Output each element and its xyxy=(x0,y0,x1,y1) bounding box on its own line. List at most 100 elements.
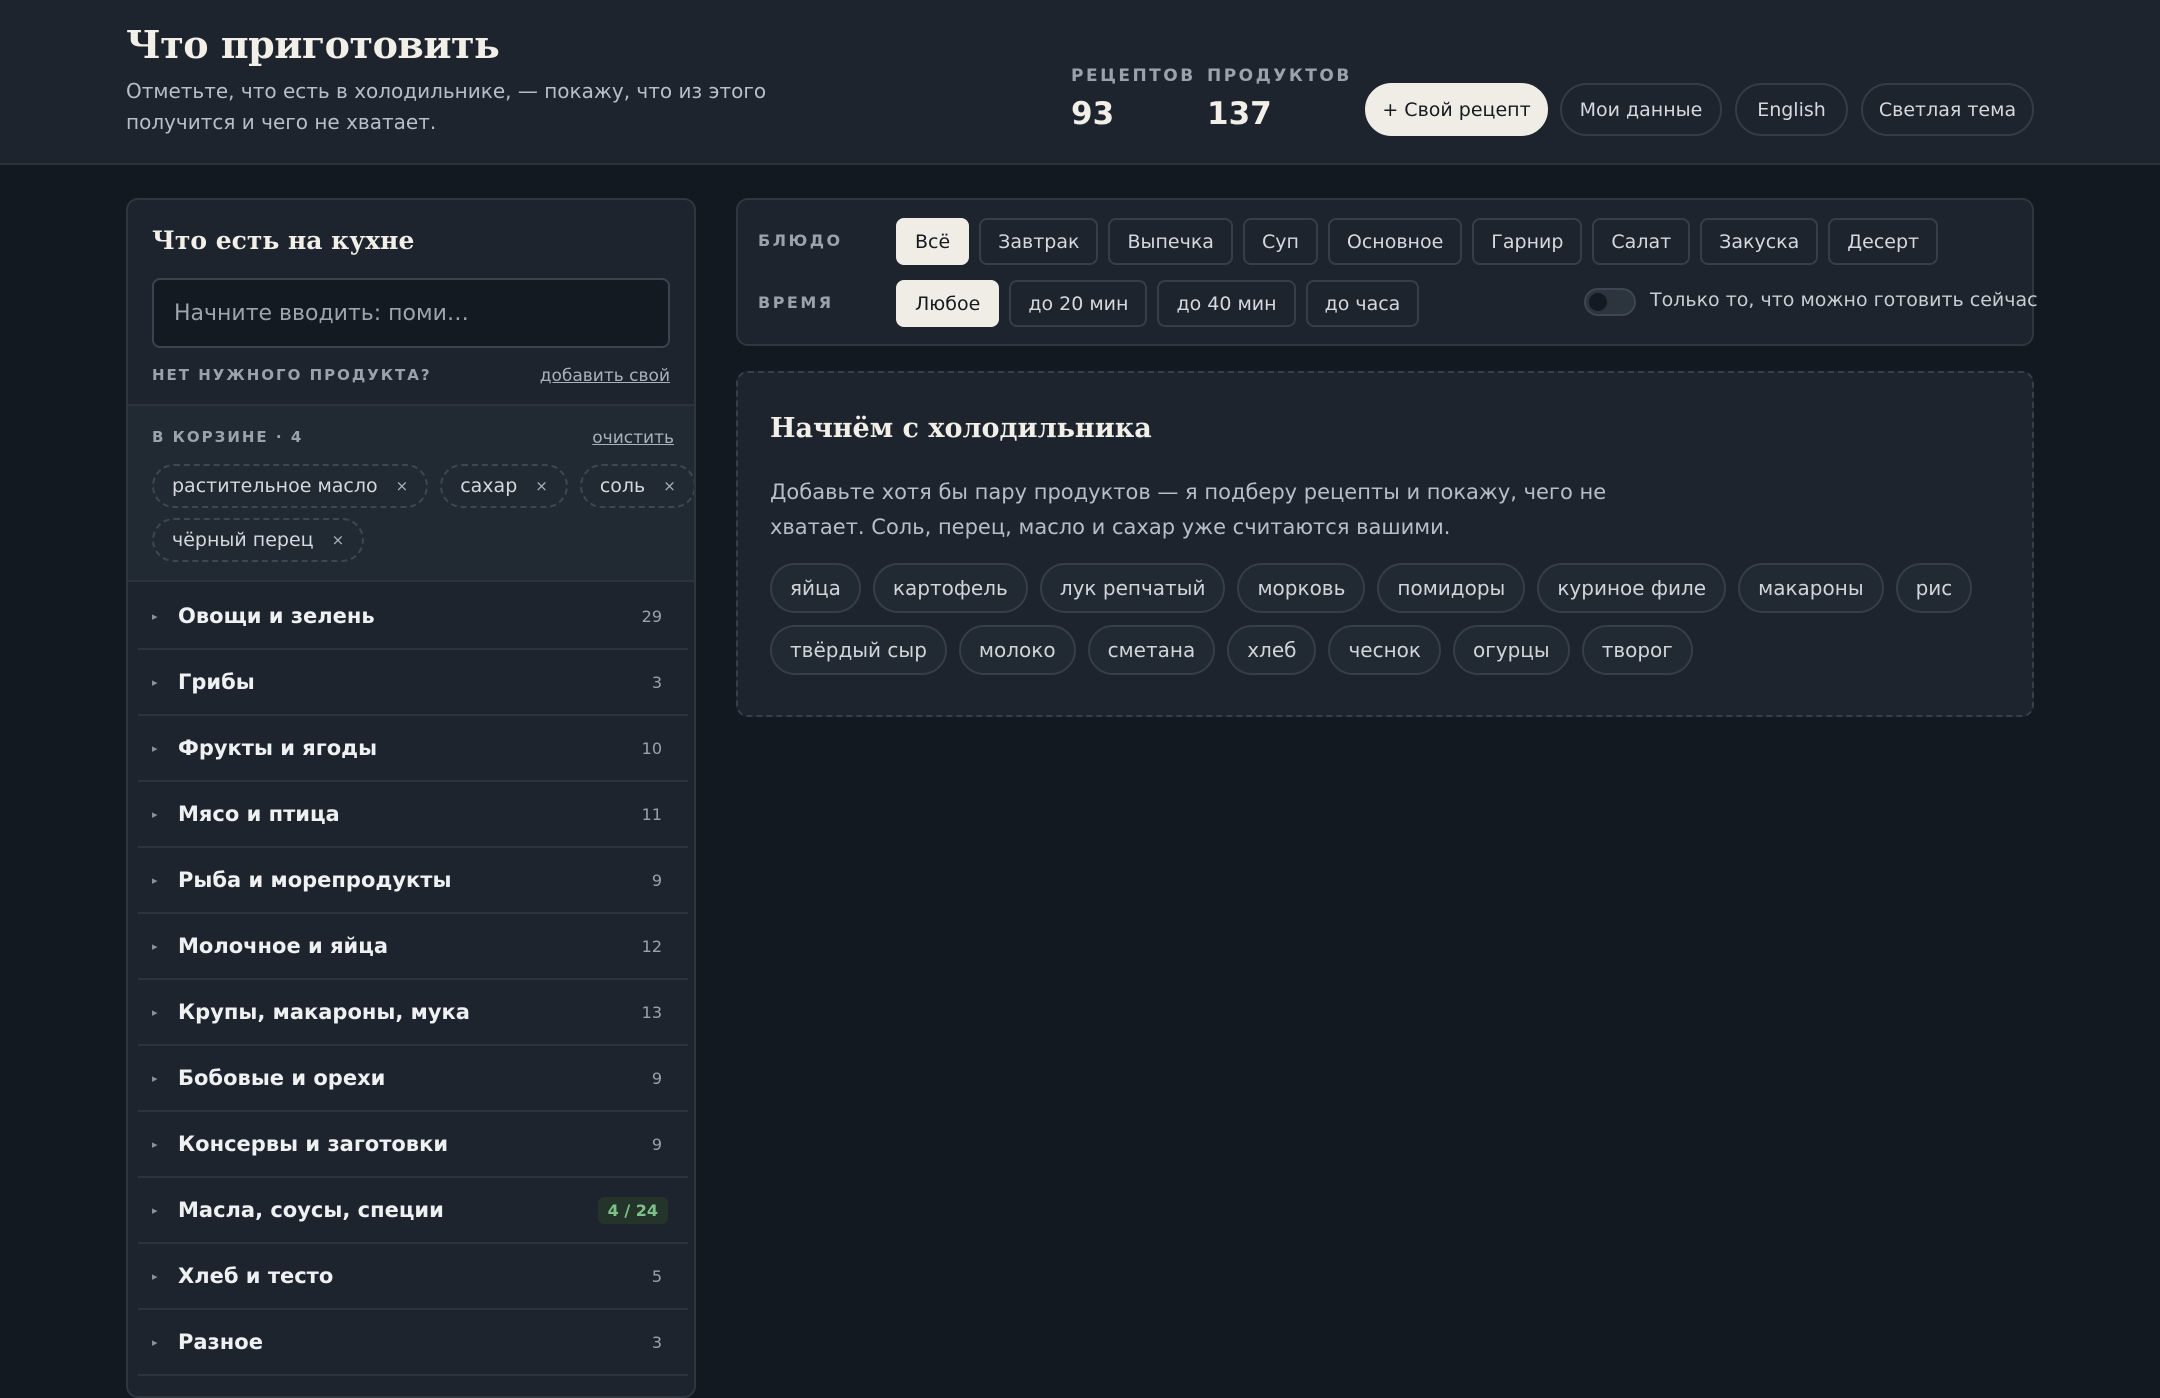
chevron-right-icon: ▸ xyxy=(152,609,158,623)
theme-toggle-button[interactable]: Светлая тема xyxy=(1861,83,2034,136)
dish-pill-main[interactable]: Основное xyxy=(1327,218,1463,265)
dish-pill-dessert[interactable]: Десерт xyxy=(1828,218,1939,265)
my-data-button[interactable]: Мои данные xyxy=(1560,83,1722,136)
suggestion-chip[interactable]: твёрдый сыр xyxy=(770,625,947,675)
category-item[interactable]: ▸ Масла, соусы, специи 4 / 24 xyxy=(138,1178,688,1244)
category-count: 9 xyxy=(651,1134,662,1154)
basket-chip[interactable]: растительное масло × xyxy=(152,464,429,508)
basket-section: В КОРЗИНЕ · 4 очистить растительное масл… xyxy=(128,406,694,580)
category-count: 11 xyxy=(641,804,662,824)
basket-chips-row: чёрный перец × xyxy=(152,518,365,562)
suggestion-chip[interactable]: огурцы xyxy=(1453,625,1570,675)
dish-pill-baking[interactable]: Выпечка xyxy=(1108,218,1233,265)
chevron-right-icon: ▸ xyxy=(152,807,158,821)
time-pill-hour[interactable]: до часа xyxy=(1305,280,1420,327)
product-search-input[interactable] xyxy=(152,278,670,348)
suggestion-chip[interactable]: куриное филе xyxy=(1537,563,1727,613)
chevron-right-icon: ▸ xyxy=(152,1071,158,1085)
suggestion-chip[interactable]: яйца xyxy=(770,563,861,613)
chevron-right-icon: ▸ xyxy=(152,741,158,755)
category-count: 3 xyxy=(651,1332,662,1352)
add-own-product-link[interactable]: добавить свой xyxy=(540,366,670,386)
category-item[interactable]: ▸ Овощи и зелень 29 xyxy=(138,584,688,650)
category-name: Мясо и птица xyxy=(178,802,340,826)
category-name: Фрукты и ягоды xyxy=(178,736,378,760)
category-name: Овощи и зелень xyxy=(178,604,375,628)
basket-chip[interactable]: соль × xyxy=(579,464,694,508)
only-now-toggle[interactable] xyxy=(1584,288,1636,316)
suggestion-chips: яйца картофель лук репчатый морковь поми… xyxy=(770,563,2010,675)
remove-icon[interactable]: × xyxy=(663,477,676,495)
suggestion-chip[interactable]: морковь xyxy=(1237,563,1366,613)
chevron-right-icon: ▸ xyxy=(152,1005,158,1019)
category-name: Молочное и яйца xyxy=(178,934,388,958)
suggestion-chip[interactable]: макароны xyxy=(1738,563,1884,613)
category-name: Рыба и морепродукты xyxy=(178,868,452,892)
language-button[interactable]: English xyxy=(1735,83,1848,136)
category-count: 12 xyxy=(641,936,662,956)
chevron-right-icon: ▸ xyxy=(152,675,158,689)
remove-icon[interactable]: × xyxy=(396,477,409,495)
category-item[interactable]: ▸ Рыба и морепродукты 9 xyxy=(138,848,688,914)
dish-filter-pills: Всё Завтрак Выпечка Суп Основное Гарнир … xyxy=(896,218,1939,265)
suggestion-chip[interactable]: сметана xyxy=(1087,625,1216,675)
category-count-selected: 4 / 24 xyxy=(597,1196,668,1224)
category-item[interactable]: ▸ Консервы и заготовки 9 xyxy=(138,1112,688,1178)
dish-pill-side[interactable]: Гарнир xyxy=(1472,218,1583,265)
dish-pill-snack[interactable]: Закуска xyxy=(1700,218,1819,265)
suggestion-chip[interactable]: молоко xyxy=(958,625,1076,675)
page-subtitle: Отметьте, что есть в холодильнике, — пок… xyxy=(126,79,767,134)
suggestion-chip[interactable]: помидоры xyxy=(1377,563,1526,613)
remove-icon[interactable]: × xyxy=(332,531,345,549)
dish-pill-salad[interactable]: Салат xyxy=(1592,218,1691,265)
chevron-right-icon: ▸ xyxy=(152,873,158,887)
category-item[interactable]: ▸ Фрукты и ягоды 10 xyxy=(138,716,688,782)
category-item[interactable]: ▸ Мясо и птица 11 xyxy=(138,782,688,848)
category-item[interactable]: ▸ Хлеб и тесто 5 xyxy=(138,1244,688,1310)
dish-pill-soup[interactable]: Суп xyxy=(1242,218,1318,265)
dish-pill-all[interactable]: Всё xyxy=(896,218,970,265)
category-item[interactable]: ▸ Разное 3 xyxy=(138,1310,688,1376)
category-item[interactable]: ▸ Молочное и яйца 12 xyxy=(138,914,688,980)
basket-chip-label: соль xyxy=(599,475,646,497)
time-pill-20[interactable]: до 20 мин xyxy=(1009,280,1148,327)
category-count: 3 xyxy=(651,672,662,692)
only-now-label: Только то, что можно готовить сейчас xyxy=(1650,289,2038,311)
category-item[interactable]: ▸ Крупы, макароны, мука 13 xyxy=(138,980,688,1046)
time-pill-any[interactable]: Любое xyxy=(896,280,1000,327)
divider xyxy=(128,580,694,582)
time-filter-label: ВРЕМЯ xyxy=(758,293,834,312)
sidebar-title: Что есть на кухне xyxy=(152,226,415,255)
basket-chip-label: растительное масло xyxy=(172,475,378,497)
toggle-knob xyxy=(1589,293,1607,311)
basket-clear-link[interactable]: очистить xyxy=(592,428,674,448)
suggestion-chip[interactable]: рис xyxy=(1895,563,1973,613)
suggestion-chip[interactable]: картофель xyxy=(872,563,1028,613)
category-item[interactable]: ▸ Бобовые и орехи 9 xyxy=(138,1046,688,1112)
chevron-right-icon: ▸ xyxy=(152,1335,158,1349)
suggestion-chip[interactable]: творог xyxy=(1581,625,1693,675)
chevron-right-icon: ▸ xyxy=(152,1137,158,1151)
empty-state-text: Добавьте хотя бы пару продуктов — я подб… xyxy=(770,480,1607,539)
category-item[interactable]: ▸ Грибы 3 xyxy=(138,650,688,716)
basket-chip[interactable]: сахар × xyxy=(440,464,568,508)
stat-recipes: РЕЦЕПТОВ 93 xyxy=(1071,66,1196,132)
missing-product-label: НЕТ НУЖНОГО ПРОДУКТА? xyxy=(152,366,432,384)
basket-chip[interactable]: чёрный перец × xyxy=(152,518,365,562)
category-count: 13 xyxy=(641,1002,662,1022)
stat-recipes-value: 93 xyxy=(1071,96,1115,132)
remove-icon[interactable]: × xyxy=(535,477,548,495)
empty-state-panel: Начнём с холодильника Добавьте хотя бы п… xyxy=(736,371,2034,717)
stat-products-label: ПРОДУКТОВ xyxy=(1207,66,1352,86)
add-recipe-button[interactable]: + Свой рецепт xyxy=(1365,83,1548,136)
dish-pill-breakfast[interactable]: Завтрак xyxy=(979,218,1099,265)
suggestion-chip[interactable]: хлеб xyxy=(1227,625,1317,675)
time-pill-40[interactable]: до 40 мин xyxy=(1157,280,1296,327)
category-name: Бобовые и орехи xyxy=(178,1066,386,1090)
kitchen-sidebar: Что есть на кухне НЕТ НУЖНОГО ПРОДУКТА? … xyxy=(126,198,696,1398)
category-count: 29 xyxy=(641,606,662,626)
suggestion-chip[interactable]: чеснок xyxy=(1328,625,1441,675)
suggestion-chip[interactable]: лук репчатый xyxy=(1039,563,1226,613)
category-name: Грибы xyxy=(178,670,255,694)
basket-label: В КОРЗИНЕ · 4 xyxy=(152,428,304,446)
